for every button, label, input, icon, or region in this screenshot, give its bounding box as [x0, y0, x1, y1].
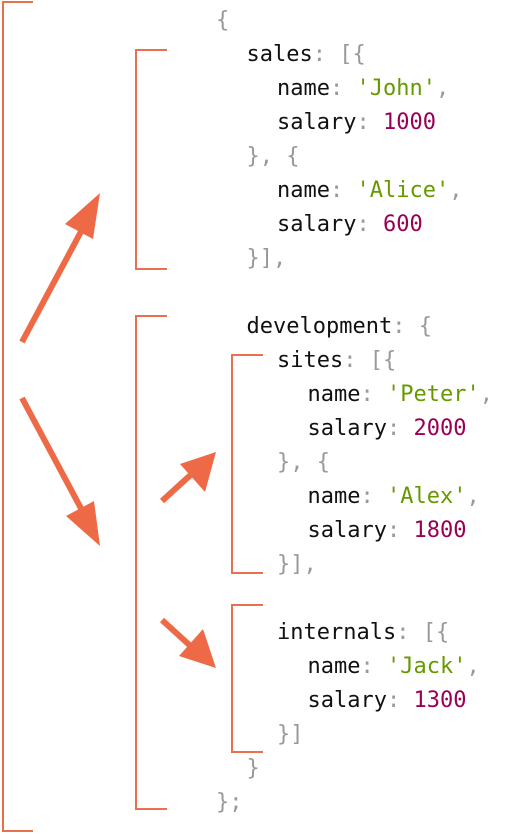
- code-punctuation: :: [360, 382, 387, 407]
- code-punctuation: }],: [246, 246, 287, 271]
- code-punctuation: : [{: [312, 42, 366, 67]
- code-key: name: [277, 178, 330, 203]
- code-key: salary: [307, 688, 387, 713]
- code-string: 'John': [356, 76, 436, 101]
- code-key: development: [246, 314, 393, 339]
- code-key: salary: [277, 110, 357, 135]
- code-number: 600: [382, 212, 423, 237]
- code-line: name: 'Alex',: [308, 480, 480, 514]
- code-string: 'Alex': [386, 484, 467, 509]
- code-line: }]: [277, 718, 304, 752]
- code-line: }: [247, 752, 260, 786]
- code-key: name: [307, 654, 361, 679]
- code-punctuation: };: [216, 790, 243, 815]
- code-string: 'Jack': [386, 654, 467, 679]
- code-line: internals: [{: [277, 616, 449, 650]
- code-line: };: [216, 786, 243, 820]
- code-punctuation: : {: [392, 314, 432, 339]
- code-punctuation: ,: [435, 76, 450, 101]
- code-punctuation: :: [356, 110, 383, 135]
- code-number: 1800: [413, 518, 467, 543]
- code-punctuation: }, {: [277, 450, 330, 475]
- code-line: salary: 1800: [308, 514, 467, 548]
- code-string: 'Peter': [386, 382, 480, 407]
- code-punctuation: ,: [479, 382, 493, 407]
- code-line: sites: [{: [277, 344, 396, 378]
- code-punctuation: {: [216, 8, 230, 33]
- code-line: name: 'John',: [277, 72, 449, 106]
- code-punctuation: }],: [277, 552, 317, 577]
- code-line: }, {: [277, 446, 330, 480]
- code-punctuation: : [{: [396, 620, 450, 645]
- code-punctuation: : [{: [343, 348, 397, 373]
- code-punctuation: :: [356, 212, 383, 237]
- code-line: }, {: [247, 140, 300, 174]
- code-key: salary: [277, 212, 357, 237]
- code-punctuation: }, {: [246, 144, 300, 169]
- code-punctuation: ,: [466, 484, 480, 509]
- code-punctuation: }]: [277, 722, 304, 747]
- code-key: name: [277, 76, 330, 101]
- code-number: 1000: [382, 110, 436, 135]
- code-punctuation: }: [246, 756, 260, 781]
- code-line: {: [216, 4, 229, 38]
- code-block: {sales: [{name: 'John', salary: 1000}, {n…: [0, 0, 517, 834]
- code-punctuation: :: [386, 688, 414, 713]
- code-key: sales: [246, 42, 313, 67]
- code-line: salary: 1000: [277, 106, 436, 140]
- code-line: name: 'Alice',: [277, 174, 462, 208]
- code-line: name: 'Peter',: [308, 378, 493, 412]
- code-key: sites: [277, 348, 344, 373]
- code-punctuation: ,: [449, 178, 463, 203]
- code-line: salary: 600: [277, 208, 423, 242]
- code-key: salary: [307, 416, 387, 441]
- code-punctuation: :: [386, 518, 414, 543]
- code-line: }],: [277, 548, 317, 582]
- code-punctuation: :: [360, 654, 387, 679]
- code-key: name: [307, 484, 361, 509]
- code-key: name: [307, 382, 361, 407]
- code-line: }],: [247, 242, 287, 276]
- code-number: 2000: [413, 416, 467, 441]
- code-line: salary: 2000: [308, 412, 467, 446]
- code-punctuation: ,: [466, 654, 480, 679]
- code-line: sales: [{: [247, 38, 366, 72]
- code-key: salary: [307, 518, 387, 543]
- code-line: development: {: [247, 310, 432, 344]
- code-punctuation: :: [329, 178, 357, 203]
- code-line: salary: 1300: [308, 684, 467, 718]
- code-string: 'Alice': [356, 178, 450, 203]
- code-key: internals: [277, 620, 397, 645]
- code-punctuation: :: [360, 484, 387, 509]
- code-number: 1300: [413, 688, 467, 713]
- code-line: name: 'Jack',: [308, 650, 480, 684]
- code-punctuation: :: [386, 416, 414, 441]
- code-punctuation: :: [329, 76, 357, 101]
